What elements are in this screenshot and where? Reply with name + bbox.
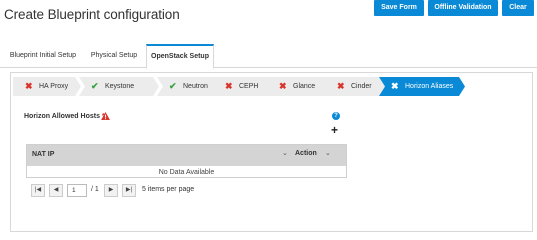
step-glance[interactable]: ✖ Glance	[267, 77, 333, 96]
step-label: Cinder	[351, 83, 372, 90]
next-page-icon[interactable]: ▶	[104, 184, 118, 197]
horizon-allowed-hosts-label: Horizon Allowed Hosts *	[24, 113, 105, 120]
check-icon: ✔	[169, 81, 177, 91]
step-keystone[interactable]: ✔ Keystone	[79, 77, 159, 96]
error-icon: ✖	[279, 81, 287, 91]
step-label: Glance	[293, 83, 316, 90]
items-per-page-text: 5 items per page	[142, 186, 195, 193]
chevron-down-icon[interactable]: ⌄	[282, 149, 288, 157]
step-ha-proxy[interactable]: ✖ HA Proxy	[13, 77, 81, 96]
column-header-nat-ip[interactable]: NAT IP	[32, 151, 54, 158]
step-label: Neutron	[183, 83, 208, 90]
clear-button[interactable]: Clear	[502, 0, 534, 16]
step-horizon-aliases[interactable]: ✖ Horizon Aliases	[379, 77, 465, 96]
page-number-input[interactable]: 1	[67, 184, 87, 197]
error-icon: ✖	[337, 81, 345, 91]
error-icon: ✖	[225, 81, 233, 91]
page-count: / 1	[91, 186, 99, 193]
tab-blueprint-initial-setup[interactable]: Blueprint Initial Setup	[4, 44, 82, 68]
field-label: Horizon Allowed Hosts	[24, 113, 100, 120]
step-label: CEPH	[239, 83, 259, 90]
first-page-icon[interactable]: |◀	[31, 184, 45, 197]
warning-icon	[101, 112, 110, 120]
tab-openstack-setup[interactable]: OpenStack Setup	[146, 44, 214, 69]
empty-grid-message: No Data Available	[158, 169, 215, 176]
chevron-down-icon[interactable]: ⌄	[325, 149, 331, 157]
setup-tabs: Blueprint Initial Setup Physical Setup O…	[0, 44, 537, 69]
prev-page-icon[interactable]: ◀	[49, 184, 63, 197]
header: Create Blueprint configuration Save Form…	[0, 0, 537, 34]
grid-header: NAT IP ⌄ Action ⌄	[27, 145, 346, 166]
step-wizard: ✖ HA Proxy ✔ Keystone ✔ Neutron ✖ CEPH ✖…	[13, 77, 465, 96]
add-host-button[interactable]: +	[331, 124, 338, 136]
tab-physical-setup[interactable]: Physical Setup	[86, 44, 142, 68]
last-page-icon[interactable]: ▶|	[122, 184, 136, 197]
save-form-button[interactable]: Save Form	[374, 0, 424, 16]
page-title: Create Blueprint configuration	[4, 7, 180, 22]
help-icon[interactable]: ?	[332, 112, 340, 120]
offline-validation-button[interactable]: Offline Validation	[428, 0, 498, 16]
error-icon: ✖	[391, 81, 399, 91]
check-icon: ✔	[91, 81, 99, 91]
step-label: Horizon Aliases	[405, 83, 454, 90]
allowed-hosts-grid: NAT IP ⌄ Action ⌄ No Data Available	[26, 144, 347, 178]
column-header-action[interactable]: Action	[295, 150, 317, 157]
step-label: HA Proxy	[39, 83, 69, 90]
step-label: Keystone	[105, 83, 135, 90]
error-icon: ✖	[25, 81, 33, 91]
